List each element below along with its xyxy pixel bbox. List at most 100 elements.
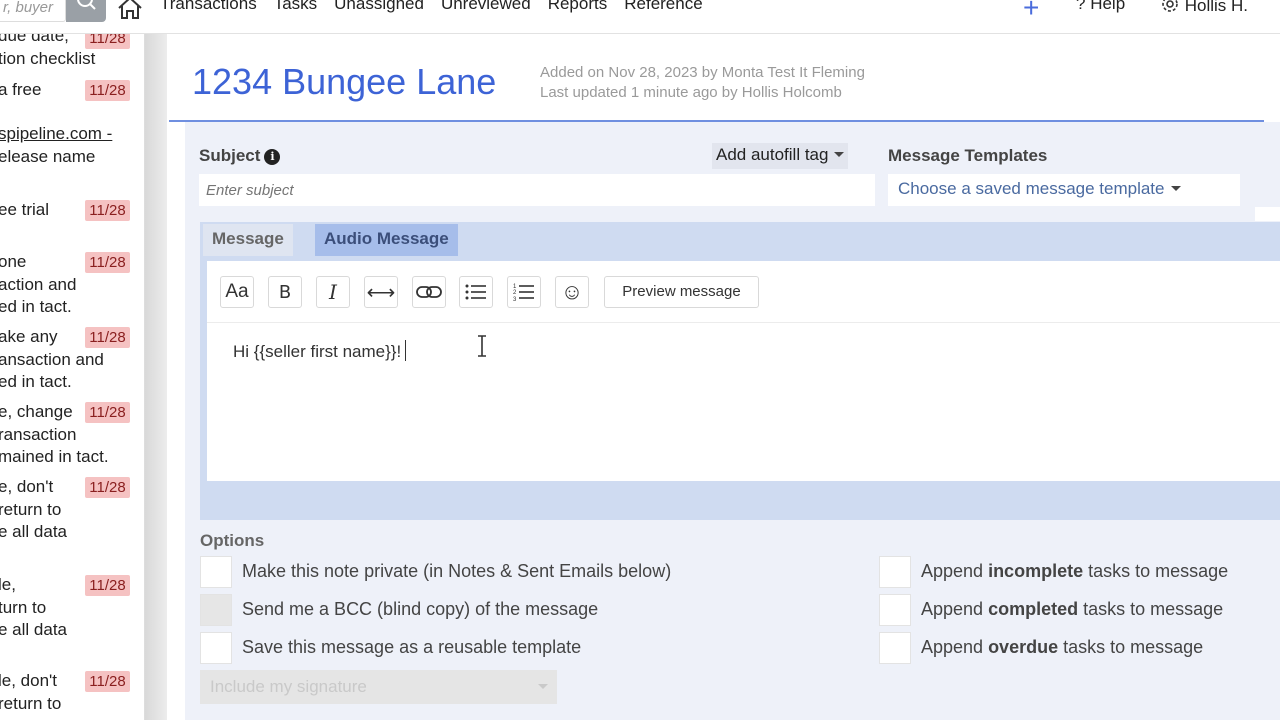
message-editor: Aa B I ⟷ 123 ☺ Preview message Hi {{sell… <box>207 261 1280 481</box>
gear-icon <box>1162 0 1178 12</box>
task-text: ee trial <box>0 199 82 222</box>
label-post: tasks to message <box>1078 599 1224 619</box>
main-nav: Transactions Tasks Unassigned Unreviewed… <box>160 0 703 14</box>
tab-audio-message[interactable]: Audio Message <box>315 224 458 256</box>
numbered-list-button[interactable]: 123 <box>507 276 541 308</box>
nav-unreviewed[interactable]: Unreviewed <box>441 0 531 14</box>
task-line: ansaction and <box>0 349 104 369</box>
search-icon <box>77 0 96 10</box>
smiley-icon: ☺ <box>560 279 584 304</box>
task-line: e, change <box>0 402 73 421</box>
task-line: return to <box>0 499 62 519</box>
option-label: Make this note private (in Notes & Sent … <box>242 561 672 581</box>
task-list: due date, tion checklist 11/28 a free 11/28 s… <box>0 34 145 720</box>
task-line: ed in tact. <box>0 372 72 391</box>
task-line: action and <box>0 274 77 294</box>
due-date-badge: 11/28 <box>85 402 130 423</box>
search-input[interactable]: r, buyer <box>0 0 66 22</box>
form-edge <box>1255 207 1280 221</box>
due-date-badge: 11/28 <box>85 327 130 348</box>
template-select-value: Choose a saved message template <box>898 179 1165 198</box>
autofill-label: Add autofill tag <box>716 145 829 164</box>
plus-icon: + <box>1023 0 1040 23</box>
signature-select[interactable]: Include my signature <box>200 670 557 704</box>
subject-input[interactable] <box>199 174 875 206</box>
nav-tasks[interactable]: Tasks <box>274 0 317 14</box>
task-line: elease name <box>0 146 96 166</box>
task-line: a free <box>0 80 42 99</box>
option-label: Append completed tasks to message <box>921 599 1223 620</box>
link-button[interactable] <box>412 276 446 308</box>
help-link[interactable]: ? Help <box>1076 0 1125 14</box>
tab-message[interactable]: Message <box>203 224 293 256</box>
checkbox[interactable] <box>200 632 232 664</box>
task-line: ransaction <box>0 424 77 444</box>
task-line: turn to <box>0 597 47 617</box>
label-post: tasks to message <box>1058 637 1204 657</box>
svg-text:3: 3 <box>513 297 517 302</box>
message-body[interactable]: Hi {{seller first name}}! <box>233 340 407 362</box>
checkbox[interactable] <box>200 594 232 626</box>
task-line: tion checklist <box>0 48 96 68</box>
task-text: one action and ed in tact. <box>0 251 82 319</box>
task-text: a free <box>0 79 82 102</box>
due-date-badge: 11/28 <box>85 252 130 273</box>
message-text: Hi {{seller first name}}! <box>233 342 402 361</box>
task-line: ake any <box>0 327 58 346</box>
help-label: Help <box>1090 0 1126 13</box>
emoji-button[interactable]: ☺ <box>555 276 589 308</box>
user-menu[interactable]: Hollis H. <box>1160 0 1248 16</box>
task-line: ed in tact. <box>0 297 72 316</box>
checkbox[interactable] <box>879 556 911 588</box>
task-text: le, don't return to <box>0 670 82 715</box>
search-button[interactable] <box>66 0 106 22</box>
bullet-list-button[interactable] <box>459 276 493 308</box>
arrows-horizontal-icon: ⟷ <box>366 281 396 304</box>
user-name: Hollis H. <box>1184 0 1249 15</box>
nav-unassigned[interactable]: Unassigned <box>334 0 424 14</box>
message-area: Message Audio Message Aa B I ⟷ 123 ☺ Pre… <box>200 222 1280 520</box>
autofill-tag-dropdown[interactable]: Add autofill tag <box>712 143 849 169</box>
bullet-list-icon <box>465 284 486 300</box>
nav-transactions[interactable]: Transactions <box>160 0 257 14</box>
nav-reference[interactable]: Reference <box>624 0 702 14</box>
checkbox[interactable] <box>879 632 911 664</box>
text-cursor <box>405 340 407 361</box>
panel-divider <box>145 34 167 720</box>
templates-label: Message Templates <box>888 146 1048 165</box>
transaction-meta: Added on Nov 28, 2023 by Monta Test It F… <box>540 63 865 103</box>
question-icon: ? <box>1076 0 1086 13</box>
editor-toolbar: Aa B I ⟷ 123 ☺ Preview message <box>207 261 1280 323</box>
option-label: Append overdue tasks to message <box>921 637 1203 658</box>
task-line: return to <box>0 693 62 713</box>
due-date-badge: 11/28 <box>85 200 130 221</box>
task-line: spipeline.com - <box>0 124 113 143</box>
font-size-button[interactable]: Aa <box>220 276 254 308</box>
home-icon[interactable] <box>116 0 144 22</box>
bold-icon: B <box>278 281 292 303</box>
nav-reports[interactable]: Reports <box>548 0 608 14</box>
checkbox[interactable] <box>879 594 911 626</box>
signature-label: Include my signature <box>210 677 367 696</box>
transaction-card: 1234 Bungee Lane Added on Nov 28, 2023 b… <box>167 34 1280 720</box>
checkbox[interactable] <box>200 556 232 588</box>
updated-info: Last updated 1 minute ago by Hollis Holc… <box>540 84 842 101</box>
added-info: Added on Nov 28, 2023 by Monta Test It F… <box>540 64 865 81</box>
preview-message-button[interactable]: Preview message <box>604 276 759 308</box>
info-icon[interactable]: i <box>264 149 281 165</box>
resize-button[interactable]: ⟷ <box>364 276 398 308</box>
due-date-badge: 11/28 <box>85 671 130 692</box>
task-line: mained in tact. <box>0 447 109 466</box>
add-button[interactable]: + <box>1023 0 1039 24</box>
task-line: one <box>0 252 27 271</box>
bold-button[interactable]: B <box>268 276 302 308</box>
template-select[interactable]: Choose a saved message template <box>888 174 1240 206</box>
due-date-badge: 11/28 <box>85 34 130 49</box>
task-line: e, don't <box>0 477 54 496</box>
task-line: le, <box>0 575 16 594</box>
chevron-down-icon <box>1170 186 1181 191</box>
link-icon <box>416 286 442 298</box>
label-pre: Append <box>921 599 989 619</box>
italic-button[interactable]: I <box>316 276 350 308</box>
option-label: Save this message as a reusable template <box>242 637 582 657</box>
